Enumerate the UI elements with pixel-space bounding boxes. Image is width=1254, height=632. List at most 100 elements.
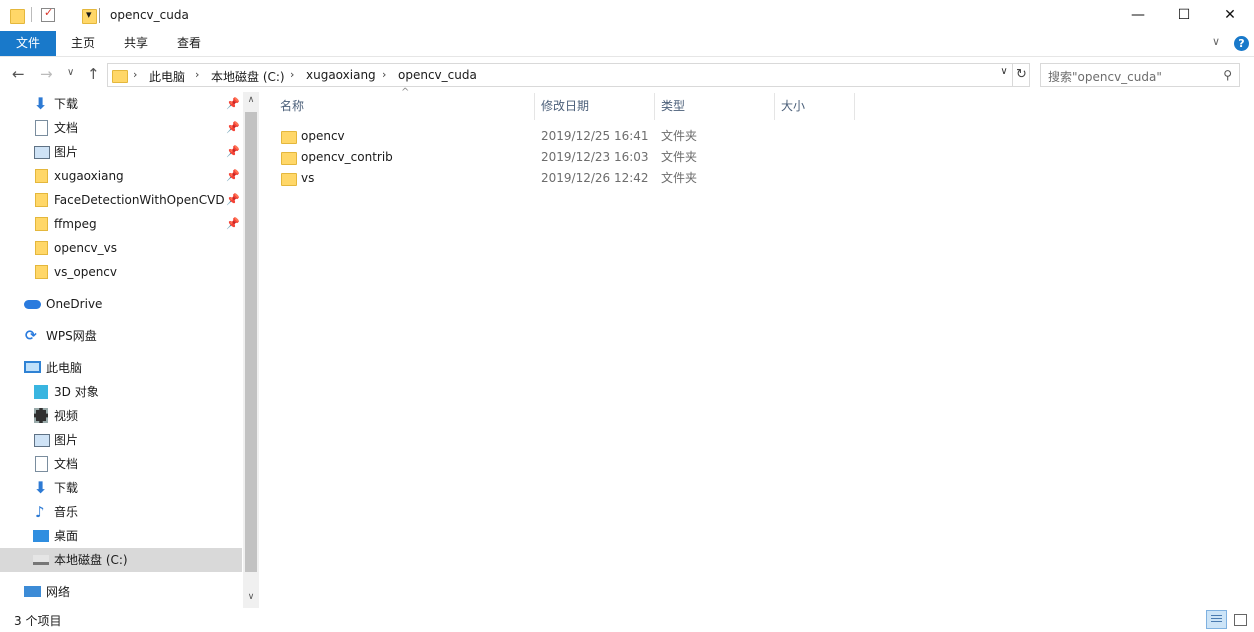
breadcrumb-separator[interactable]: › [133,68,137,81]
breadcrumb-xugaoxiang[interactable]: xugaoxiang [306,68,376,82]
properties-icon[interactable]: ✓ [41,6,55,22]
search-input[interactable]: 搜索"opencv_cuda" ⚲ [1040,63,1240,87]
document-icon [35,456,48,472]
pin-icon: 📌 [226,169,240,182]
tab-file[interactable]: 文件 [0,31,56,56]
scrollbar-thumb[interactable] [245,112,257,572]
sidebar-item-downloads[interactable]: ⬇ 下载 📌 [0,92,242,116]
sidebar-item-label: xugaoxiang [54,169,124,183]
maximize-button[interactable]: ☐ [1161,0,1207,30]
pin-icon: 📌 [226,145,240,158]
sidebar-item-label: 音乐 [54,505,79,519]
scroll-up-icon[interactable]: ∧ [243,95,259,105]
pin-icon: 📌 [226,121,240,134]
folder-icon [35,169,48,183]
folder-icon [281,149,297,165]
breadcrumb-separator[interactable]: › [290,68,294,81]
sidebar-item-label: 此电脑 [46,361,83,375]
sidebar-item-pictures[interactable]: 图片 [0,428,242,452]
qat-dropdown-icon[interactable]: ▾ [86,8,92,21]
column-header-size[interactable]: 大小 [775,93,855,120]
sidebar-item-this-pc[interactable]: 此电脑 [0,356,242,380]
address-bar[interactable]: › 此电脑 › 本地磁盘 (C:) › xugaoxiang › opencv_… [107,63,1030,87]
sidebar-item-xugaoxiang[interactable]: xugaoxiang 📌 [0,164,242,188]
back-button[interactable]: ← [12,65,25,83]
column-header-name[interactable]: 名称 [274,93,535,120]
folder-icon [112,67,128,83]
navigation-row: ← → ∨ ↑ › 此电脑 › 本地磁盘 (C:) › xugaoxiang ›… [0,58,1254,92]
sidebar-item-music[interactable]: ♪ 音乐 [0,500,242,524]
videos-icon [34,408,48,423]
breadcrumb-opencv-cuda[interactable]: opencv_cuda [398,68,477,82]
breadcrumb-local-disk[interactable]: 本地磁盘 (C:) [211,68,285,85]
sidebar-item-network[interactable]: 网络 [0,580,242,604]
search-icon[interactable]: ⚲ [1223,68,1232,82]
breadcrumb-separator[interactable]: › [195,68,199,81]
sidebar-item-label: 图片 [54,433,79,447]
sidebar-item-opencv-vs[interactable]: opencv_vs [0,236,242,260]
title-divider [99,8,100,23]
file-name[interactable]: opencv [301,126,345,147]
ribbon-tabs: 文件 主页 共享 查看 ∨ ? [0,31,1254,57]
sidebar-item-downloads[interactable]: ⬇ 下载 [0,476,242,500]
file-type: 文件夹 [661,171,698,185]
file-name[interactable]: vs [301,168,314,189]
sidebar-item-vs-opencv[interactable]: vs_opencv [0,260,242,284]
file-name[interactable]: opencv_contrib [301,147,393,168]
large-icons-view-icon[interactable] [1230,610,1251,629]
file-row[interactable]: opencv_contrib 2019/12/23 16:03 文件夹 [277,147,697,168]
sidebar-item-videos[interactable]: 视频 [0,404,242,428]
recent-locations-button[interactable]: ∨ [67,67,74,78]
drive-icon [33,555,49,565]
sidebar-item-ffmpeg[interactable]: ffmpeg 📌 [0,212,242,236]
refresh-icon[interactable]: ↻ [1012,64,1030,86]
sidebar-item-documents[interactable]: 文档 [0,452,242,476]
sidebar-item-label: 图片 [54,145,79,159]
file-type: 文件夹 [661,150,698,164]
forward-button[interactable]: → [40,65,53,83]
pin-icon: 📌 [226,193,240,206]
sidebar-item-label: 本地磁盘 (C:) [54,553,128,567]
file-row[interactable]: vs 2019/12/26 12:42 文件夹 [277,168,697,189]
sidebar-item-label: 下载 [54,97,79,111]
download-icon: ⬇ [34,478,48,497]
music-icon: ♪ [35,503,45,521]
close-button[interactable]: ✕ [1207,0,1253,30]
sidebar-item-facedetection[interactable]: FaceDetectionWithOpenCVDNN 📌 [0,188,242,212]
minimize-button[interactable]: — [1115,0,1161,30]
column-header-modified[interactable]: 修改日期 [535,93,655,120]
desktop-icon [33,530,49,542]
sidebar-item-3d-objects[interactable]: 3D 对象 [0,380,242,404]
sidebar-item-label: 3D 对象 [54,385,99,399]
sidebar-item-documents[interactable]: 文档 📌 [0,116,242,140]
sidebar-item-label: 文档 [54,457,79,471]
sidebar-item-local-disk[interactable]: 本地磁盘 (C:) [0,548,242,572]
up-button[interactable]: ↑ [87,65,100,83]
sidebar-item-label: opencv_vs [54,241,117,255]
file-list: ^ 名称 修改日期 类型 大小 opencv 2019/12/25 16:41 … [259,87,1254,608]
file-modified: 2019/12/26 12:42 [541,171,649,185]
file-row[interactable]: opencv 2019/12/25 16:41 文件夹 [277,126,697,147]
sidebar-scrollbar[interactable]: ∧ ∨ [243,92,259,608]
folder-icon[interactable] [10,7,25,24]
sidebar-item-desktop[interactable]: 桌面 [0,524,242,548]
help-icon[interactable]: ? [1234,36,1249,51]
scroll-down-icon[interactable]: ∨ [243,592,259,602]
sidebar-item-wps[interactable]: ⟳ WPS网盘 [0,324,242,348]
address-dropdown-icon[interactable]: ∨ [996,66,1012,77]
ribbon-expand-icon[interactable]: ∨ [1212,35,1220,48]
breadcrumb-this-pc[interactable]: 此电脑 [149,68,185,85]
tab-view[interactable]: 查看 [168,31,210,56]
sidebar-item-onedrive[interactable]: OneDrive [0,292,242,316]
breadcrumb-separator[interactable]: › [382,68,386,81]
column-header-type[interactable]: 类型 [655,93,775,120]
sidebar-item-label: 桌面 [54,529,79,543]
details-view-icon[interactable] [1206,610,1227,629]
sidebar-item-label: OneDrive [46,297,103,311]
tab-share[interactable]: 共享 [115,31,157,56]
sidebar-item-pictures[interactable]: 图片 📌 [0,140,242,164]
download-icon: ⬇ [34,94,48,113]
sidebar-item-label: 视频 [54,409,79,423]
tab-home[interactable]: 主页 [62,31,104,56]
folder-icon [35,241,48,255]
